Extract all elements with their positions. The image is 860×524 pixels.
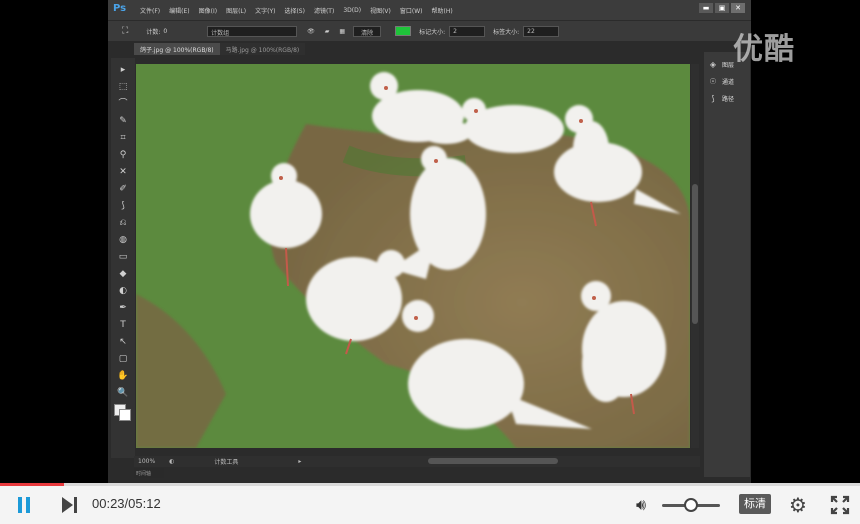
menu-bar: Ps 文件(F) 编辑(E) 图像(I) 图层(L) 文字(Y) 选择(S) 滤…	[108, 0, 751, 20]
document-tabs: 鸽子.jpg @ 100%(RGB/8) 马路.jpg @ 100%(RGB/8…	[134, 43, 306, 55]
marker-size-field[interactable]: 2	[449, 25, 486, 37]
channels-icon: ☉	[709, 76, 717, 86]
fullscreen-icon	[830, 495, 850, 515]
clear-button[interactable]: 清除	[353, 25, 382, 37]
status-info: 计数工具	[214, 459, 239, 466]
tools-panel: ▸ ⬚ ⌒ ✎ ⌗ ⚲ ✕ ✐ ⟆ ⎌ ◍ ▭ ◆ ◐ ✒ T ↖ ▢ ✋ 🔍	[111, 58, 135, 458]
menu-3d[interactable]: 3D(D)	[343, 7, 361, 14]
type-tool-icon[interactable]: T	[115, 317, 131, 333]
count-group-select[interactable]: 计数组	[207, 25, 298, 37]
history-brush-tool-icon[interactable]: ⎌	[115, 215, 131, 231]
count-label: 计数:	[146, 28, 161, 36]
status-bar: 100% ◐ 计数工具 ▸	[134, 456, 700, 467]
lasso-tool-icon[interactable]: ⌒	[115, 96, 131, 112]
menu-edit[interactable]: 编辑(E)	[169, 6, 189, 15]
photoshop-window: Ps 文件(F) 编辑(E) 图像(I) 图层(L) 文字(Y) 选择(S) 滤…	[108, 0, 751, 483]
layers-icon: ◈	[709, 59, 717, 69]
panel-label-channels: 通道	[722, 79, 735, 86]
count-tool-icon-active[interactable]: ⚲	[115, 147, 131, 163]
close-icon[interactable]: ✕	[731, 3, 745, 13]
delete-icon[interactable]: ▦	[339, 28, 345, 35]
volume-knob[interactable]	[684, 498, 698, 512]
status-arrow-icon[interactable]: ▸	[298, 458, 301, 465]
path-select-tool-icon[interactable]: ↖	[115, 334, 131, 350]
tab-doc-1[interactable]: 鸽子.jpg @ 100%(RGB/8)	[134, 43, 220, 55]
hand-tool-icon[interactable]: ✋	[115, 368, 131, 384]
menu-window[interactable]: 窗口(W)	[400, 6, 423, 15]
zoom-tool-icon[interactable]: 🔍	[115, 385, 131, 401]
minimize-icon[interactable]: ▬	[699, 3, 713, 13]
background-color[interactable]	[119, 409, 131, 421]
quick-select-tool-icon[interactable]: ✎	[115, 113, 131, 129]
menu-filter[interactable]: 滤镜(T)	[314, 6, 334, 15]
paths-icon: ⟆	[711, 93, 715, 103]
marquee-tool-icon[interactable]: ⬚	[115, 79, 131, 95]
menu-layer[interactable]: 图层(L)	[226, 6, 246, 15]
fullscreen-button[interactable]	[829, 494, 851, 516]
panel-item-channels[interactable]: ☉ 通道	[704, 73, 750, 90]
marker-color-swatch[interactable]	[395, 26, 412, 36]
player-controls: 00:23/05:12 🔊︎ 标清 ⚙	[0, 483, 860, 524]
menu-help[interactable]: 帮助(H)	[432, 6, 453, 15]
pause-button[interactable]	[16, 494, 34, 516]
menu-view[interactable]: 视图(V)	[370, 6, 391, 15]
photoshop-logo: Ps	[113, 3, 127, 14]
pen-tool-icon[interactable]: ✒	[115, 300, 131, 316]
tab-doc-2[interactable]: 马路.jpg @ 100%(RGB/8)	[219, 43, 306, 55]
shape-tool-icon[interactable]: ▢	[115, 351, 131, 367]
menu-image[interactable]: 图像(I)	[199, 6, 217, 15]
video-frame[interactable]: Ps 文件(F) 编辑(E) 图像(I) 图层(L) 文字(Y) 选择(S) 滤…	[0, 0, 860, 483]
label-size-field[interactable]: 22	[523, 25, 560, 37]
vertical-scrollbar[interactable]	[691, 64, 699, 448]
count-value: 0	[163, 27, 168, 35]
mini-bridge-tab[interactable]: 时间轴	[134, 468, 164, 478]
panel-item-paths[interactable]: ⟆ 路径	[704, 90, 750, 107]
blur-tool-icon[interactable]: ◆	[115, 266, 131, 282]
menu-type[interactable]: 文字(Y)	[255, 6, 275, 15]
quality-button[interactable]: 标清	[739, 494, 771, 514]
color-swatches[interactable]	[114, 404, 132, 422]
count-tool-icon[interactable]: ⛶	[122, 26, 128, 36]
marker-size-label: 标记大小:	[419, 28, 446, 36]
maximize-icon[interactable]: ▣	[715, 3, 729, 13]
document-canvas[interactable]	[136, 64, 690, 448]
eraser-tool-icon[interactable]: ◍	[115, 232, 131, 248]
progress-fill	[0, 483, 64, 486]
stamp-tool-icon[interactable]: ⟆	[115, 198, 131, 214]
pigeons-photo	[136, 64, 690, 448]
pause-icon	[18, 497, 22, 513]
horizontal-scroll-thumb[interactable]	[428, 458, 558, 464]
zoom-level[interactable]: 100%	[138, 458, 155, 465]
menu-file[interactable]: 文件(F)	[140, 6, 160, 15]
settings-gear-icon[interactable]: ⚙	[789, 494, 811, 516]
gradient-tool-icon[interactable]: ▭	[115, 249, 131, 265]
volume-icon[interactable]: 🔊︎	[636, 494, 654, 516]
label-size-label: 标签大小:	[493, 28, 520, 36]
progress-bar[interactable]	[0, 483, 860, 486]
right-panel-dock: ◈ 图层 ☉ 通道 ⟆ 路径	[704, 52, 750, 477]
window-controls: ▬ ▣ ✕	[699, 3, 745, 13]
status-menu-icon[interactable]: ◐	[169, 458, 174, 465]
brush-tool-icon[interactable]: ✐	[115, 181, 131, 197]
visibility-icon[interactable]: 👁	[307, 28, 315, 35]
folder-icon[interactable]: ▰	[325, 28, 330, 35]
vertical-scroll-thumb[interactable]	[692, 184, 698, 324]
pause-icon-bar	[26, 497, 30, 513]
next-button[interactable]	[60, 494, 80, 516]
healing-tool-icon[interactable]: ✕	[115, 164, 131, 180]
dodge-tool-icon[interactable]: ◐	[115, 283, 131, 299]
crop-tool-icon[interactable]: ⌗	[115, 130, 131, 146]
youku-watermark: 优酷	[733, 32, 795, 67]
options-bar: ⛶ 计数: 0 计数组 👁 ▰ ▦ 清除 标记大小: 2 标签大小: 22	[108, 21, 751, 41]
panel-label-paths: 路径	[722, 96, 735, 103]
next-icon	[62, 497, 77, 513]
time-display: 00:23/05:12	[92, 496, 161, 511]
move-tool-icon[interactable]: ▸	[115, 62, 131, 78]
menu-select[interactable]: 选择(S)	[284, 6, 305, 15]
